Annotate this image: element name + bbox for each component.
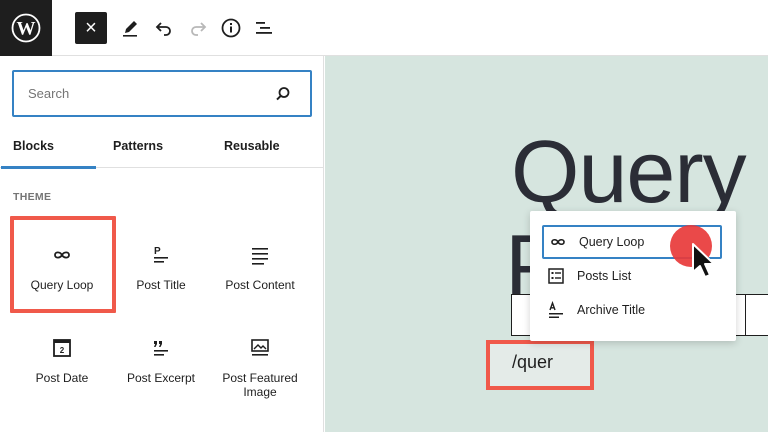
tab-patterns[interactable]: Patterns: [113, 128, 163, 168]
block-post-featured-image[interactable]: Post Featured Image: [210, 337, 310, 399]
search-icon[interactable]: [274, 85, 292, 103]
close-icon: ×: [85, 17, 97, 39]
wordpress-logo-icon[interactable]: W: [0, 0, 52, 56]
suggestion-archive-title[interactable]: Archive Title: [542, 293, 722, 327]
slash-command-input[interactable]: /quer: [486, 340, 594, 390]
undo-button[interactable]: [147, 11, 181, 45]
list-view-button[interactable]: [248, 11, 282, 45]
post-date-icon: 2: [53, 339, 71, 357]
block-post-excerpt[interactable]: Post Excerpt: [111, 337, 211, 385]
tab-reusable[interactable]: Reusable: [224, 128, 280, 168]
tab-blocks[interactable]: Blocks: [1, 128, 96, 169]
archive-title-icon: [549, 301, 563, 318]
slash-command-text: /quer: [512, 352, 554, 372]
block-label: Post Title: [136, 278, 186, 292]
details-button[interactable]: [214, 11, 248, 45]
tools-button[interactable]: [113, 11, 147, 45]
pencil-icon: [123, 21, 137, 37]
post-content-icon: [252, 248, 268, 265]
mouse-cursor-icon: [692, 243, 715, 278]
search-box: [12, 70, 312, 117]
editor-canvas[interactable]: Query L P /quer Query Loop Posts List: [325, 56, 768, 432]
post-title-icon: P: [154, 246, 168, 263]
block-inserter-panel: Blocks Patterns Reusable THEME Query Loo…: [0, 56, 324, 432]
block-post-title[interactable]: P Post Title: [111, 244, 211, 292]
post-featured-image-icon: [251, 339, 269, 356]
block-label: Post Featured Image: [222, 371, 298, 399]
close-inserter-button[interactable]: ×: [75, 12, 107, 44]
post-excerpt-icon: [154, 341, 168, 356]
inserter-tabs: Blocks Patterns Reusable: [0, 128, 323, 169]
svg-text:W: W: [17, 19, 36, 40]
block-label: Post Excerpt: [126, 371, 196, 385]
block-post-content[interactable]: Post Content: [210, 244, 310, 292]
svg-text:P: P: [154, 246, 161, 257]
top-toolbar: W ×: [0, 0, 768, 56]
page-heading[interactable]: Query L: [511, 122, 768, 222]
svg-text:2: 2: [60, 346, 65, 355]
list-view-icon: [256, 22, 272, 34]
loop-icon: [551, 238, 565, 246]
search-input[interactable]: [28, 72, 268, 115]
section-title: THEME: [13, 191, 52, 203]
paragraph-block-toolbar-edge[interactable]: [745, 294, 768, 336]
redo-button[interactable]: [181, 11, 215, 45]
posts-list-icon: [548, 268, 564, 284]
redo-icon: [191, 22, 207, 36]
query-loop-highlight: [10, 216, 116, 313]
block-label: Post Content: [225, 278, 295, 292]
block-label: Post Date: [35, 371, 89, 385]
undo-icon: [155, 22, 171, 36]
block-post-date[interactable]: 2 Post Date: [12, 337, 112, 385]
info-icon: [221, 18, 241, 38]
